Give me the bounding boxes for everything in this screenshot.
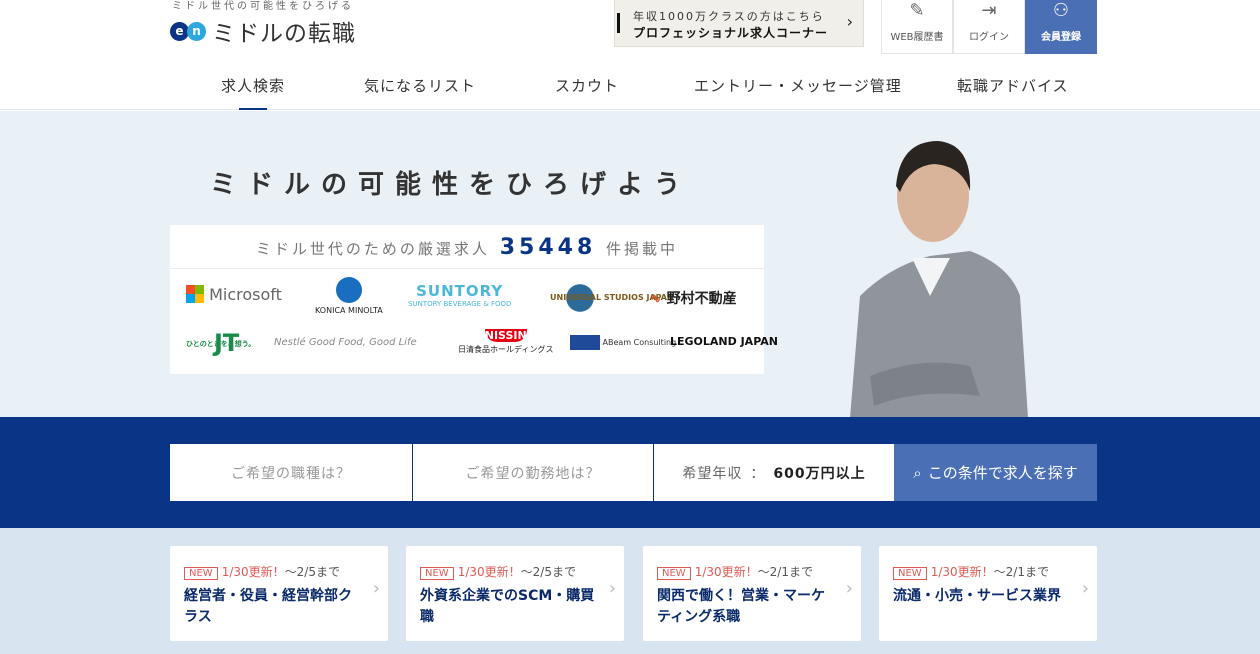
tagline: ミドル世代の可能性をひろげる <box>172 1 354 12</box>
count-suffix: 件掲載中 <box>606 240 679 258</box>
logo-jt: ひとのときを、想う。JT <box>186 329 256 357</box>
logo-suntory: SUNTORY SUNTORY BEVERAGE & FOOD <box>408 282 512 308</box>
logo-abeam: ABeam Consulting <box>570 335 676 350</box>
until-text: ～2/1まで <box>993 565 1049 579</box>
chevron-right-icon: › <box>845 578 853 599</box>
chevron-right-icon: › <box>846 12 853 31</box>
search-button[interactable]: ⌕ この条件で求人を探す <box>894 444 1097 501</box>
feature-card[interactable]: NEW 1/30更新！～2/1まで関西で働く！営業・マーケティング系職 › <box>643 546 861 641</box>
logo-konica-minolta: KONICA MINOLTA <box>315 277 383 315</box>
feature-card[interactable]: NEW 1/30更新！～2/5まで外資系企業でのSCM・購買職 › <box>406 546 624 641</box>
en-logo-mark: en <box>170 21 206 41</box>
site-header: ミドル世代の可能性をひろげる en ミドルの転職 年収1000万クラスの方はこち… <box>0 0 1260 110</box>
count-number: 35448 <box>499 235 597 260</box>
new-badge: NEW <box>184 567 218 580</box>
logo-legoland: LEGOLAND JAPAN <box>670 335 778 348</box>
hero: ミドルの可能性をひろげよう ミドル世代のための厳選求人 35448 件掲載中 M… <box>0 111 1260 418</box>
until-text: ～2/5まで <box>284 565 340 579</box>
logo-nissin: NISSIN 日清食品ホールディングス <box>458 329 554 354</box>
search-bar: ご希望の職種は？ ご希望の勤務地は？ 希望年収： 600万円以上 ⌕ この条件で求人… <box>0 417 1260 528</box>
feature-card[interactable]: NEW 1/30更新！～2/1まで流通・小売・サービス業界 › <box>879 546 1097 641</box>
web-resume-button[interactable]: ✎ WEB履歴書 <box>881 0 953 54</box>
new-badge: NEW <box>657 567 691 580</box>
company-logos-panel: ミドル世代のための厳選求人 35448 件掲載中 Microsoft KONIC… <box>170 225 778 374</box>
count-prefix: ミドル世代のための厳選求人 <box>255 240 490 258</box>
logo-nomura: ∿ 野村不動産 <box>650 291 737 307</box>
main-nav: 求人検索 気になるリスト スカウト エントリー・メッセージ管理 転職アドバイス <box>0 65 1260 110</box>
nav-favorites[interactable]: 気になるリスト <box>364 75 476 96</box>
job-count: ミドル世代のための厳選求人 35448 件掲載中 <box>170 225 764 269</box>
login-button[interactable]: ⇥ ログイン <box>953 0 1025 54</box>
hero-catchphrase: ミドルの可能性をひろげよう <box>210 170 692 200</box>
nav-advice[interactable]: 転職アドバイス <box>957 75 1069 96</box>
hero-person-photo <box>850 141 1028 418</box>
chevron-right-icon: › <box>1081 578 1089 599</box>
login-icon: ⇥ <box>981 0 997 21</box>
search-button-label: この条件で求人を探す <box>927 464 1078 482</box>
nav-entry-messages[interactable]: エントリー・メッセージ管理 <box>694 75 902 96</box>
updated-text: 1/30更新！ <box>930 565 994 579</box>
logo-nestle: Nestlé Good Food, Good Life <box>274 337 417 348</box>
card-title: 経営者・役員・経営幹部クラス <box>184 588 352 625</box>
updated-text: 1/30更新！ <box>457 565 521 579</box>
updated-text: 1/30更新！ <box>694 565 758 579</box>
salary-value: 600万円以上 <box>773 465 866 482</box>
until-text: ～2/5まで <box>520 565 576 579</box>
button-label: WEB履歴書 <box>890 32 944 43</box>
pencil-icon: ✎ <box>909 0 925 21</box>
user-icon: ⚇ <box>1052 0 1070 21</box>
button-label: 会員登録 <box>1041 32 1081 43</box>
chevron-right-icon: › <box>372 578 380 599</box>
card-title: 流通・小売・サービス業界 <box>893 588 1061 604</box>
job-type-select[interactable]: ご希望の職種は？ <box>170 444 412 501</box>
banner-line1: 年収1000万クラスの方はこちら <box>633 10 825 23</box>
button-label: ログイン <box>969 32 1009 43</box>
feature-card[interactable]: NEW 1/30更新！～2/5まで経営者・役員・経営幹部クラス › <box>170 546 388 641</box>
register-button[interactable]: ⚇ 会員登録 <box>1025 0 1097 54</box>
logo-universal-studios: UNIVERSAL STUDIOS JAPAN <box>550 283 674 313</box>
card-title: 関西で働く！営業・マーケティング系職 <box>657 588 825 625</box>
nav-scout[interactable]: スカウト <box>555 75 619 96</box>
logo-microsoft: Microsoft <box>186 285 282 304</box>
nav-job-search[interactable]: 求人検索 <box>221 75 285 110</box>
new-badge: NEW <box>893 567 927 580</box>
updated-text: 1/30更新！ <box>221 565 285 579</box>
card-title: 外資系企業でのSCM・購買職 <box>420 588 595 625</box>
professional-banner[interactable]: 年収1000万クラスの方はこちら プロフェッショナル求人コーナー › <box>614 0 864 47</box>
new-badge: NEW <box>420 567 454 580</box>
banner-line2: プロフェッショナル求人コーナー <box>633 26 829 40</box>
salary-select[interactable]: 希望年収： 600万円以上 <box>654 444 894 501</box>
until-text: ～2/1まで <box>757 565 813 579</box>
search-icon: ⌕ <box>913 463 922 482</box>
feature-cards: NEW 1/30更新！～2/5まで 経営者・役員・経営幹部クラス › NEW 1/30更… <box>0 528 1260 654</box>
chevron-right-icon: › <box>608 578 616 599</box>
logo-text: ミドルの転職 <box>212 21 356 47</box>
salary-label: 希望年収 <box>682 465 743 482</box>
location-select[interactable]: ご希望の勤務地は？ <box>413 444 653 501</box>
site-logo[interactable]: en ミドルの転職 <box>170 14 356 48</box>
